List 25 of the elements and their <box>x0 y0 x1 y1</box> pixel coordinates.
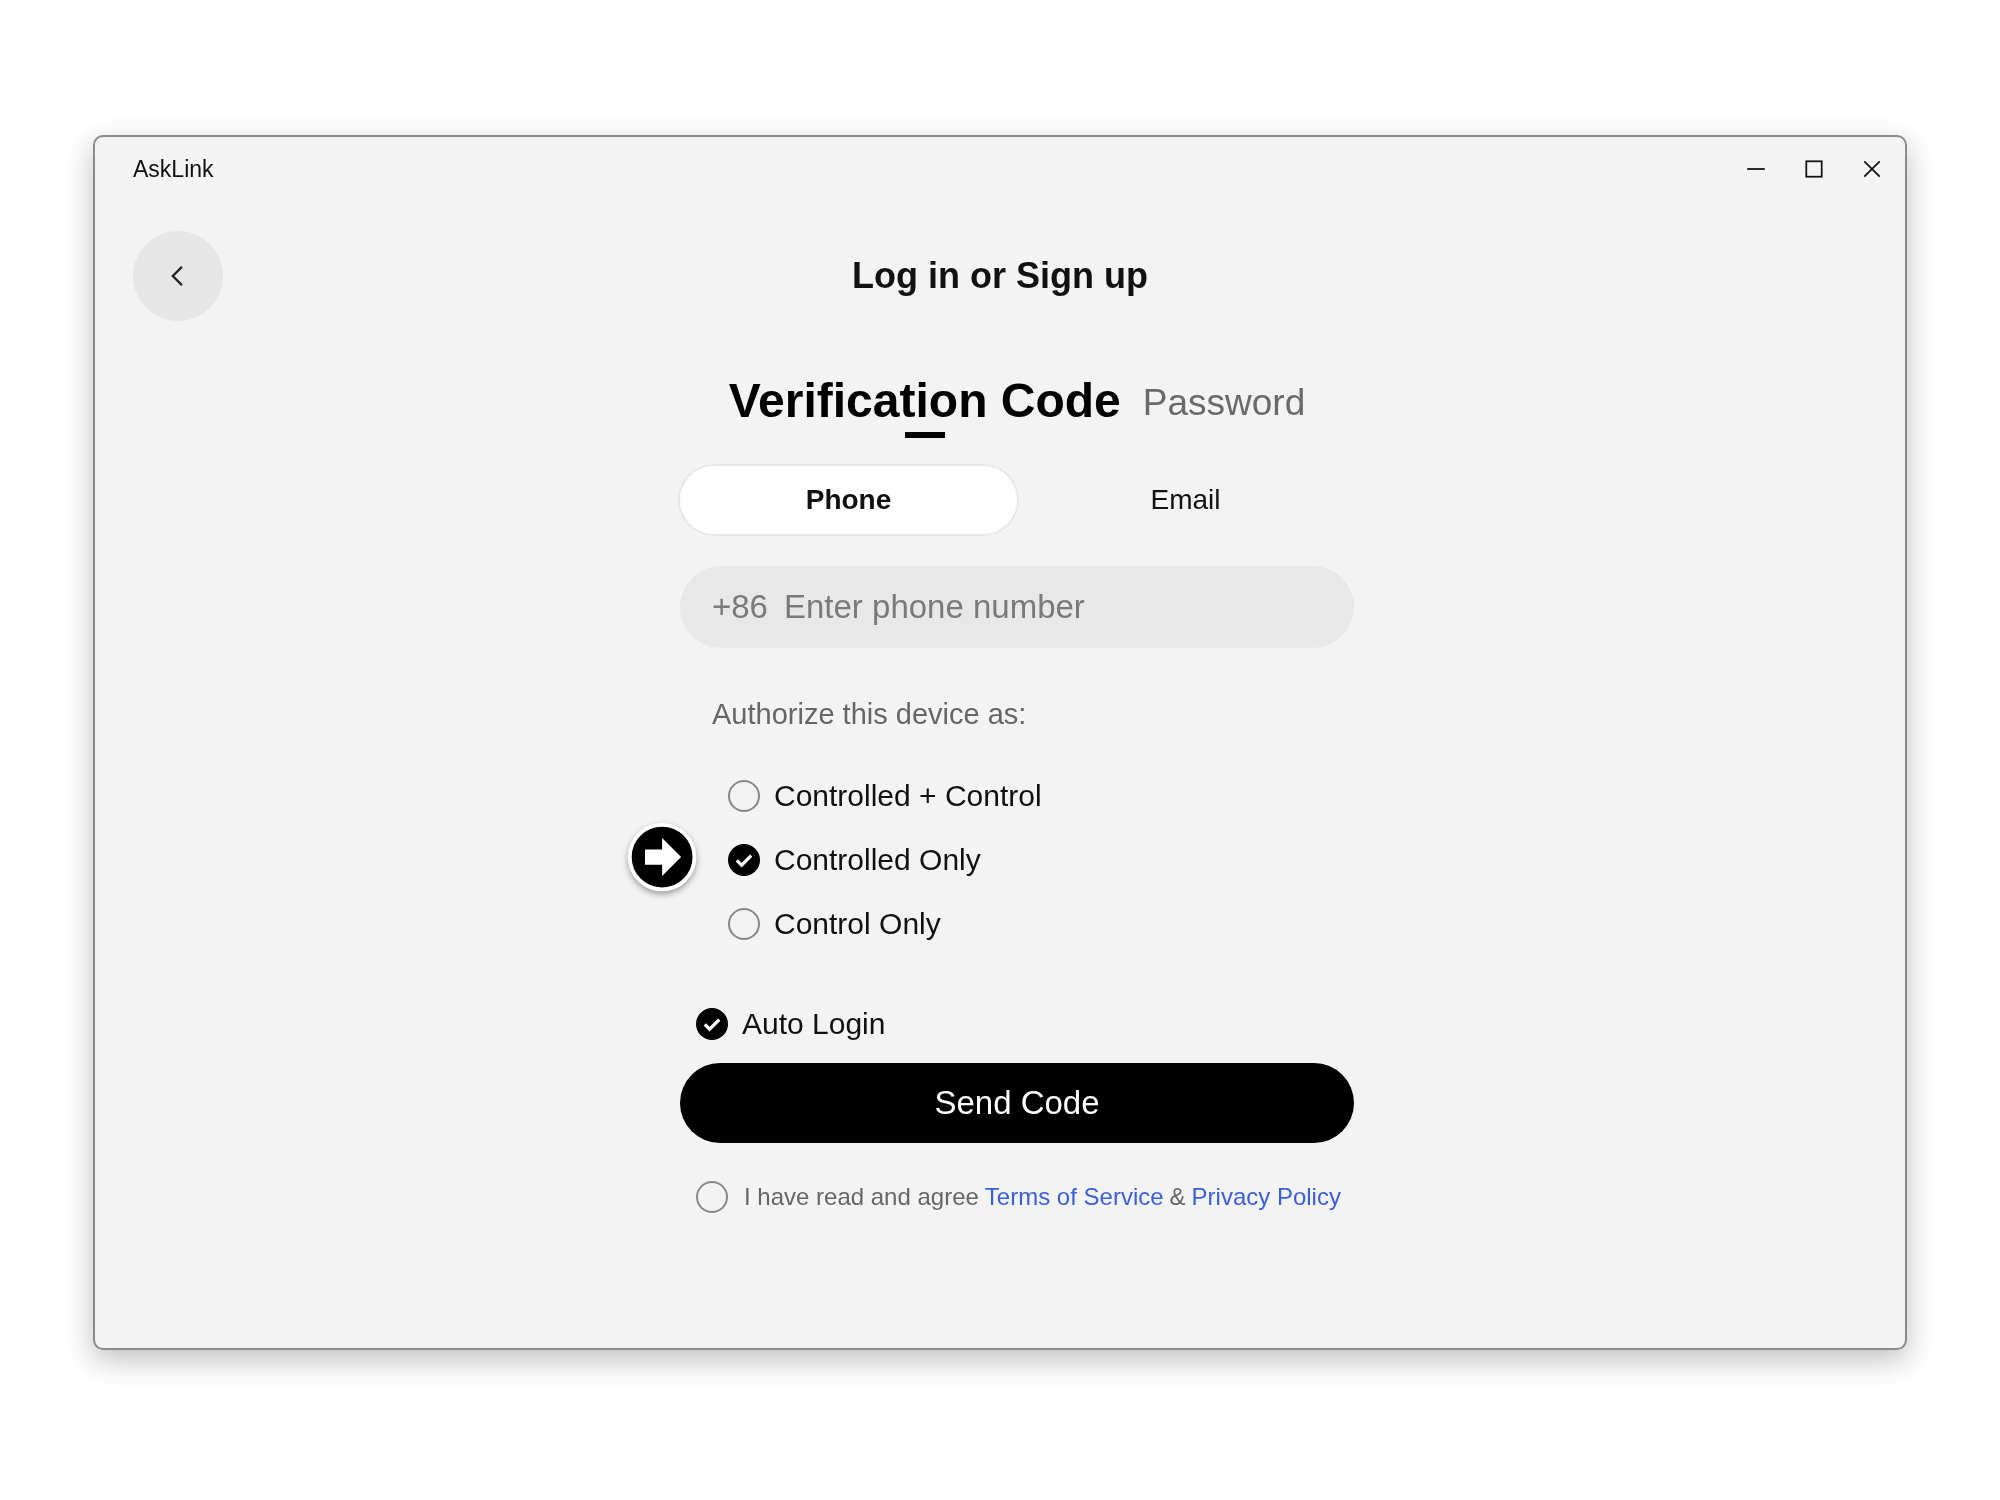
auto-login-label[interactable]: Auto Login <box>742 1007 886 1041</box>
window-title: AskLink <box>133 155 214 183</box>
method-tab[interactable]: Email <box>1017 466 1354 534</box>
role-radio[interactable] <box>728 908 760 940</box>
send-code-button[interactable]: Send Code <box>680 1063 1354 1143</box>
role-radio[interactable] <box>728 844 760 876</box>
country-code[interactable]: +86 <box>712 588 768 626</box>
terms-link[interactable]: Terms of Service <box>984 1183 1164 1211</box>
privacy-link[interactable]: Privacy Policy <box>1191 1183 1341 1211</box>
phone-input[interactable]: Enter phone number <box>782 587 1322 627</box>
agree-checkbox[interactable] <box>696 1181 728 1213</box>
phone-field[interactable]: +86 Enter phone number <box>680 566 1354 648</box>
page-heading: Log in or Sign up <box>852 255 1148 297</box>
ampersand-text: & <box>1169 1183 1186 1211</box>
close-icon[interactable] <box>1861 158 1883 180</box>
role-radio[interactable] <box>728 780 760 812</box>
role-label[interactable]: Control Only <box>774 907 941 941</box>
auth-tab[interactable]: Password <box>1142 382 1306 438</box>
agreement-text: I have read and agree <box>744 1183 979 1211</box>
authorize-label: Authorize this device as: <box>712 698 1028 731</box>
auto-login-checkbox[interactable] <box>696 1008 728 1040</box>
role-label[interactable]: Controlled + Control <box>774 779 1042 813</box>
maximize-icon[interactable] <box>1803 158 1825 180</box>
method-tab[interactable]: Phone <box>680 466 1017 534</box>
role-label[interactable]: Controlled Only <box>774 843 981 877</box>
